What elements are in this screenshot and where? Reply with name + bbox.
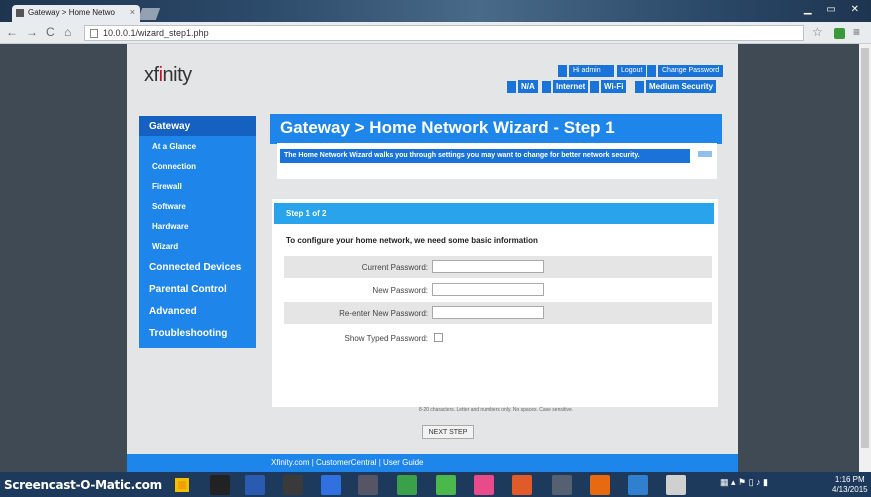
app-icon-8[interactable] [436,475,456,495]
reenter-password-row: Re-enter New Password: [284,302,712,324]
status-na: N/A [518,80,538,93]
reload-icon[interactable]: C [46,25,55,39]
status-marker [635,81,644,93]
terminal-icon[interactable] [210,475,230,495]
sidebar-item-gateway[interactable]: Gateway [139,116,256,136]
app-icon-5[interactable] [321,475,341,495]
sidebar-item-connected-devices[interactable]: Connected Devices [139,256,256,278]
extension-icon[interactable] [834,28,845,39]
address-bar: ← → C ⌂ 10.0.0.1/wizard_step1.php ☆ ≡ [0,22,871,44]
scrollbar-thumb[interactable] [861,48,869,448]
sidebar-item-advanced[interactable]: Advanced [139,300,256,322]
url-text: 10.0.0.1/wizard_step1.php [103,28,209,38]
xfinity-logo[interactable]: xfinity [144,64,192,87]
current-password-label: Current Password: [361,263,428,272]
sidebar-item-software[interactable]: Software [139,196,256,216]
sidebar-item-hardware[interactable]: Hardware [139,216,256,236]
app-icon-1[interactable] [172,475,192,495]
app-icon-4[interactable] [283,475,303,495]
footer-links[interactable]: Xfinity.com | CustomerCentral | User Gui… [271,458,424,467]
sidebar-item-troubleshooting[interactable]: Troubleshooting [139,322,256,344]
next-step-button[interactable]: NEXT STEP [422,425,474,439]
app-icon-13[interactable] [628,475,648,495]
wizard-panel: Step 1 of 2 To configure your home netwo… [272,199,718,439]
sidebar-item-wizard[interactable]: Wizard [139,236,256,256]
sidebar-item-parental-control[interactable]: Parental Control [139,278,256,300]
new-password-input[interactable] [432,283,544,296]
close-tab-icon[interactable]: × [130,7,135,17]
app-icon-7[interactable] [397,475,417,495]
current-password-input[interactable] [432,260,544,273]
change-password-link[interactable]: Change Password [658,65,724,77]
sidebar-item-connection[interactable]: Connection [139,156,256,176]
clock-time: 1:16 PM [834,475,865,484]
page-container: xfinity Hi admin Logout Change Password … [127,44,738,472]
bookmark-star-icon[interactable]: ☆ [812,25,823,39]
back-icon[interactable]: ← [6,25,18,39]
page-title: Gateway > Home Network Wizard - Step 1 [270,114,722,144]
clock-date: 4/13/2015 [832,485,868,494]
show-password-row: Show Typed Password: [284,327,712,349]
collapse-toggle-button[interactable] [697,150,713,158]
browser-titlebar: Gateway > Home Netwo × ▁ ▭ ✕ [0,0,871,22]
header-marker [647,65,656,77]
info-text: The Home Network Wizard walks you throug… [280,149,690,163]
user-greeting: Hi admin [569,65,605,77]
app-icon-9[interactable] [474,475,494,495]
sidebar-nav: Gateway At a Glance Connection Firewall … [139,116,256,348]
window-controls[interactable]: ▁ ▭ ✕ [804,4,865,15]
status-security: Medium Security [646,80,717,93]
sidebar-item-firewall[interactable]: Firewall [139,176,256,196]
app-icon-11[interactable] [552,475,572,495]
firefox-icon[interactable] [590,475,610,495]
page-favicon-icon [16,9,24,17]
word-icon[interactable] [245,475,265,495]
reenter-password-label: Re-enter New Password: [339,309,428,318]
home-icon[interactable]: ⌂ [64,25,71,39]
page-viewport: xfinity Hi admin Logout Change Password … [0,44,871,472]
reenter-password-input[interactable] [432,306,544,319]
status-wifi: Wi-Fi [601,80,627,93]
page-footer: Xfinity.com | CustomerCentral | User Gui… [127,454,738,472]
browser-tab[interactable]: Gateway > Home Netwo × [12,5,140,22]
header-marker [605,65,614,77]
forward-icon[interactable]: → [26,25,38,39]
new-password-label: New Password: [372,286,428,295]
new-tab-button[interactable] [137,8,161,20]
taskbar: Screencast-O-Matic.com ▦ ▴ ⚑ ▯ ♪ ▮ 1:16 … [0,472,871,497]
show-password-checkbox[interactable] [434,333,443,342]
current-password-row: Current Password: [284,256,712,278]
app-icon-14[interactable] [666,475,686,495]
show-password-label: Show Typed Password: [344,334,428,343]
url-input[interactable]: 10.0.0.1/wizard_step1.php [84,25,804,41]
app-icon-6[interactable] [358,475,378,495]
chrome-icon[interactable] [512,475,532,495]
status-marker [542,81,551,93]
tab-title: Gateway > Home Netwo [28,8,115,17]
password-hint: 8-20 characters. Letter and numbers only… [419,407,574,413]
intro-text: To configure your home network, we need … [286,236,538,245]
info-box: The Home Network Wizard walks you throug… [277,143,717,179]
system-tray[interactable]: ▦ ▴ ⚑ ▯ ♪ ▮ [720,477,768,488]
logout-link[interactable]: Logout [617,65,647,77]
screencast-watermark: Screencast-O-Matic.com [4,478,162,492]
step-header: Step 1 of 2 [274,203,714,224]
page-scrollbar[interactable] [859,44,871,472]
browser-menu-icon[interactable]: ≡ [853,25,860,39]
sidebar-item-at-a-glance[interactable]: At a Glance [139,136,256,156]
status-marker [507,81,516,93]
header-marker [558,65,567,77]
page-icon [90,29,98,38]
status-marker [590,81,599,93]
taskbar-clock[interactable]: 1:16 PM 4/13/2015 [832,475,868,495]
status-internet: Internet [553,80,589,93]
new-password-row: New Password: [284,279,712,301]
